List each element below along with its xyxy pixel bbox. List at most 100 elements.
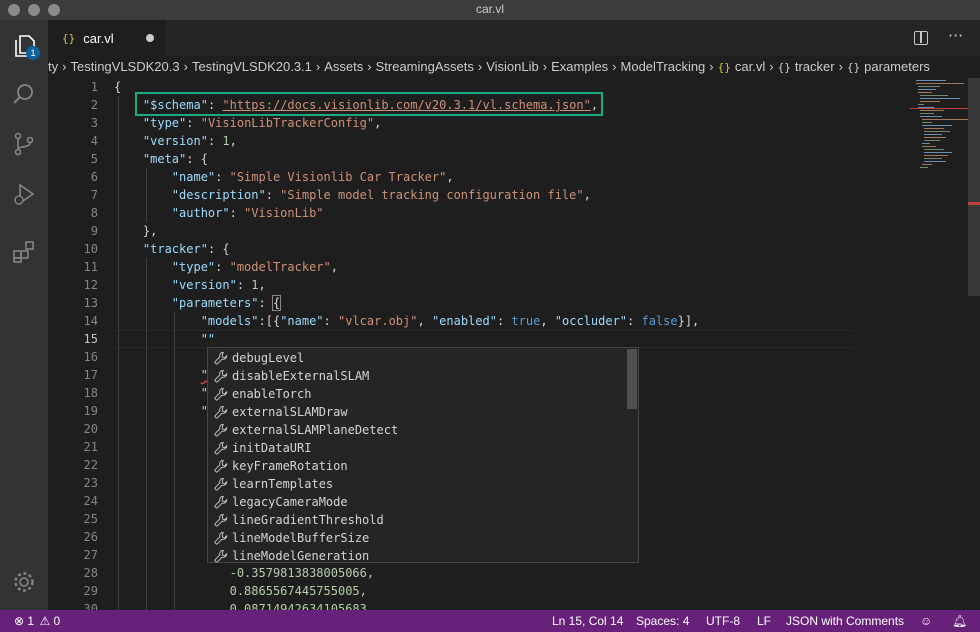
line-number: 10	[83, 242, 98, 256]
minimap[interactable]	[858, 78, 972, 612]
status-bar: ⊗ 1 ⚠ 0 Ln 15, Col 14 Spaces: 4 UTF-8 LF…	[0, 610, 980, 632]
line-number: 14	[83, 314, 98, 328]
minimap-line	[924, 161, 946, 162]
suggestion-item[interactable]: lineGradientThreshold	[208, 511, 628, 529]
split-editor-icon[interactable]	[914, 31, 928, 45]
encoding[interactable]: UTF-8	[706, 614, 740, 628]
unsaved-dot-icon[interactable]	[146, 34, 154, 42]
breadcrumb-symbol[interactable]: tracker	[795, 59, 835, 74]
problems-indicator[interactable]: ⊗ 1 ⚠ 0	[14, 614, 60, 628]
line-number: 20	[83, 422, 98, 436]
breadcrumb-separator-icon: ›	[183, 59, 188, 74]
suggestion-label: enableTorch	[232, 387, 312, 401]
line-number: 8	[90, 206, 98, 220]
code-line-15: ""	[200, 332, 216, 346]
line-number: 25	[83, 512, 98, 526]
title-bar: car.vl	[0, 0, 980, 20]
explorer-button[interactable]: 1	[0, 22, 48, 70]
minimap-line	[916, 80, 946, 81]
end-of-line[interactable]: LF	[757, 614, 771, 628]
language-mode[interactable]: JSON with Comments	[786, 614, 904, 628]
run-debug-button[interactable]	[0, 170, 48, 218]
code-line-4: "version": 1,	[142, 134, 237, 148]
feedback-icon[interactable]: ☺	[920, 614, 932, 628]
minimap-line	[924, 152, 952, 153]
minimap-line	[920, 95, 948, 96]
minimap-line	[922, 164, 932, 165]
explorer-badge: 1	[26, 46, 40, 60]
line-number: 18	[83, 386, 98, 400]
breadcrumb-file[interactable]: car.vl	[735, 59, 765, 74]
source-control-button[interactable]	[0, 120, 48, 168]
line-number: 23	[83, 476, 98, 490]
suggestion-item[interactable]: disableExternalSLAM	[208, 367, 628, 385]
breadcrumb-separator-icon: ›	[315, 59, 321, 74]
suggestion-item[interactable]: lineModelGeneration	[208, 547, 628, 565]
wrench-icon	[213, 404, 229, 420]
line-number: 19	[83, 404, 98, 418]
code-line-14: "models":[{"name": "vlcar.obj", "enabled…	[200, 314, 700, 328]
line-number: 13	[83, 296, 98, 310]
breadcrumb-item[interactable]: ModelTracking	[621, 59, 706, 74]
search-button[interactable]	[0, 70, 48, 118]
suggestions-scrollbar[interactable]	[627, 349, 637, 409]
breadcrumb-item[interactable]: ty	[48, 59, 58, 74]
minimap-line	[918, 89, 936, 90]
minimap-line	[918, 92, 932, 93]
line-number: 12	[83, 278, 98, 292]
code-line-1: {	[114, 80, 122, 94]
suggestion-item[interactable]: externalSLAMPlaneDetect	[208, 421, 628, 439]
suggestion-label: legacyCameraMode	[232, 495, 348, 509]
cursor-position[interactable]: Ln 15, Col 14	[552, 614, 623, 628]
suggestion-label: disableExternalSLAM	[232, 369, 370, 383]
line-number: 24	[83, 494, 98, 508]
breadcrumb-separator-icon: ›	[62, 59, 67, 74]
extensions-icon	[13, 241, 34, 263]
breadcrumb-symbol[interactable]: parameters	[864, 59, 930, 74]
breadcrumb-item[interactable]: Assets	[324, 59, 363, 74]
wrench-icon	[213, 548, 229, 564]
minimap-line	[924, 131, 950, 132]
minimap-line	[916, 83, 964, 84]
suggestion-label: lineGradientThreshold	[232, 513, 384, 527]
line-number: 29	[83, 584, 98, 598]
code-line-3: "type": "VisionLibTrackerConfig",	[142, 116, 382, 130]
notifications-bell-icon[interactable]: 🔔︎	[952, 614, 967, 628]
suggestion-item[interactable]: keyFrameRotation	[208, 457, 628, 475]
suggestion-item[interactable]: debugLevel	[208, 349, 628, 367]
breadcrumb-item[interactable]: StreamingAssets	[376, 59, 474, 74]
suggestion-item[interactable]: legacyCameraMode	[208, 493, 628, 511]
breadcrumb-item[interactable]: TestingVLSDK20.3	[70, 59, 179, 74]
json-file-icon: {}	[717, 61, 731, 74]
minimap-line	[920, 116, 942, 117]
wrench-icon	[213, 458, 229, 474]
wrench-icon	[213, 476, 229, 492]
breadcrumb-item[interactable]: Examples	[551, 59, 608, 74]
code-line-29: 0.8865567445755005,	[229, 584, 367, 598]
autocomplete-suggestions[interactable]: debugLevel disableExternalSLAM enableTorch…	[207, 347, 639, 563]
minimap-line	[924, 149, 944, 150]
breadcrumb-separator-icon: ›	[367, 59, 372, 74]
code-line-28: -0.3579813838005066,	[229, 566, 375, 580]
scrollbar-thumb[interactable]	[968, 78, 980, 296]
extensions-button[interactable]	[0, 228, 48, 276]
suggestion-item[interactable]: initDataURI	[208, 439, 628, 457]
wrench-icon	[213, 512, 229, 528]
vertical-scrollbar[interactable]	[968, 78, 980, 612]
tab-car-vl[interactable]: {} car.vl	[48, 20, 166, 56]
breadcrumb-item[interactable]: TestingVLSDK20.3.1	[192, 59, 312, 74]
suggestion-item[interactable]: enableTorch	[208, 385, 628, 403]
indentation[interactable]: Spaces: 4	[636, 614, 689, 628]
manage-button[interactable]	[0, 558, 48, 606]
suggestion-item[interactable]: learnTemplates	[208, 475, 628, 493]
breadcrumb-separator-icon: ›	[542, 59, 548, 74]
wrench-icon	[213, 386, 229, 402]
more-actions-icon[interactable]: ···	[948, 26, 966, 45]
error-marker	[968, 202, 980, 205]
line-number: 22	[83, 458, 98, 472]
breadcrumb-separator-icon: ›	[612, 59, 617, 74]
minimap-line	[918, 86, 940, 87]
breadcrumb-item[interactable]: VisionLib	[486, 59, 539, 74]
suggestion-item[interactable]: lineModelBufferSize	[208, 529, 628, 547]
suggestion-item[interactable]: externalSLAMDraw	[208, 403, 628, 421]
